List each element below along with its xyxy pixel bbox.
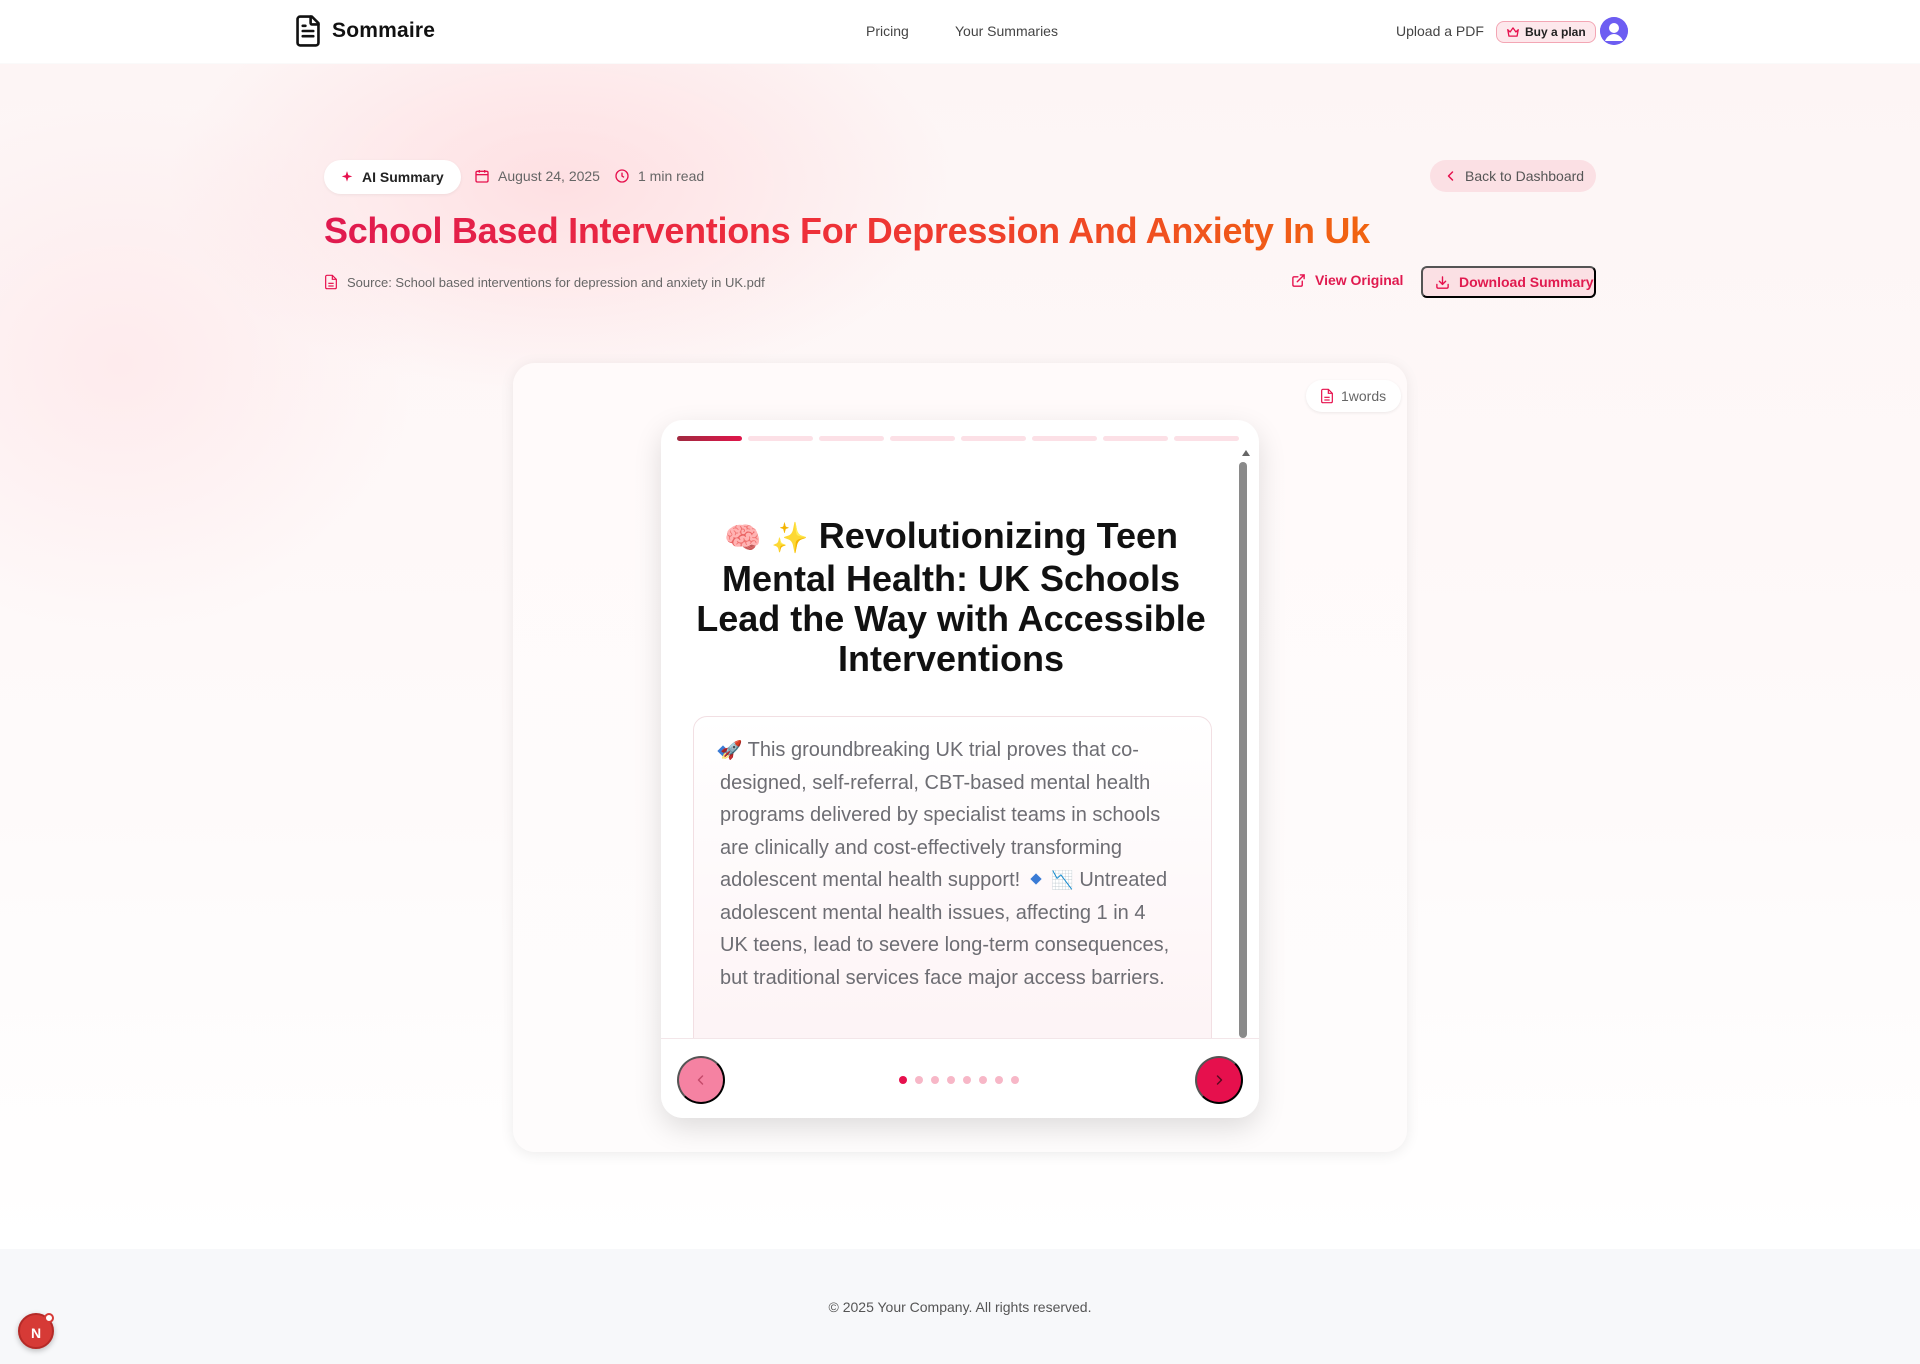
download-icon xyxy=(1436,275,1449,289)
chart-decreasing-emoji: 📉 xyxy=(1051,870,1074,890)
progress-segment[interactable] xyxy=(890,436,955,441)
file-icon xyxy=(325,274,337,290)
scrollbar-thumb[interactable] xyxy=(1239,462,1247,1038)
dev-badge-letter: N xyxy=(30,1325,42,1341)
summary-date: August 24, 2025 xyxy=(474,168,600,184)
section-dot[interactable] xyxy=(979,1076,987,1084)
file-icon xyxy=(1321,388,1333,404)
dev-tools-badge[interactable]: N xyxy=(18,1313,54,1349)
rocket-emoji: 🚀 xyxy=(720,740,743,760)
download-summary-button[interactable]: Download Summary xyxy=(1421,266,1596,298)
progress-segment[interactable] xyxy=(1174,436,1239,441)
section-dot[interactable] xyxy=(995,1076,1003,1084)
app-name: Sommaire xyxy=(332,19,436,42)
sparkles-emoji: ✨ xyxy=(771,522,809,555)
view-original-label: View Original xyxy=(1315,272,1404,288)
section-dot[interactable] xyxy=(931,1076,939,1084)
progress-segment[interactable] xyxy=(819,436,884,441)
section-dot[interactable] xyxy=(899,1076,907,1084)
nav-upload-pdf-link[interactable]: Upload a PDF xyxy=(1396,23,1484,39)
diamond-bullet-icon xyxy=(1030,873,1042,885)
back-to-dashboard-button[interactable]: Back to Dashboard xyxy=(1430,160,1596,192)
chevron-left-icon xyxy=(1447,171,1454,181)
page-footer: © 2025 Your Company. All rights reserved… xyxy=(0,1249,1920,1364)
brain-emoji: 🧠 xyxy=(723,522,762,555)
previous-section-button[interactable] xyxy=(677,1056,725,1104)
section-dots xyxy=(899,1076,1019,1084)
word-count-badge: 1words xyxy=(1306,380,1402,412)
read-time: 1 min read xyxy=(614,168,704,184)
ai-summary-label: AI Summary xyxy=(362,169,444,185)
clock-icon xyxy=(615,169,629,183)
source-text: Source: School based interventions for d… xyxy=(347,274,765,290)
progress-segment[interactable] xyxy=(1032,436,1097,441)
source-file: Source: School based interventions for d… xyxy=(324,274,765,290)
progress-segment[interactable] xyxy=(1103,436,1168,441)
summary-page: AI Summary August 24, 2025 1 min read Ba… xyxy=(0,0,1920,1364)
word-count-text: 1words xyxy=(1341,388,1387,404)
logo[interactable]: Sommaire xyxy=(292,14,435,48)
page-title: School Based Interventions For Depressio… xyxy=(324,210,1370,251)
bullet-points-text: 🚀 This groundbreaking UK trial proves th… xyxy=(720,734,1175,994)
nav-pricing-link[interactable]: Pricing xyxy=(866,23,909,39)
section-dot[interactable] xyxy=(1011,1076,1019,1084)
download-label: Download Summary xyxy=(1459,274,1594,290)
user-icon xyxy=(1600,17,1628,45)
next-section-button[interactable] xyxy=(1195,1056,1243,1104)
section-dot[interactable] xyxy=(947,1076,955,1084)
chevron-left-icon xyxy=(697,1075,704,1085)
slide-heading: 🧠 ✨ Revolutionizing Teen Mental Health: … xyxy=(691,516,1211,679)
progress-segment[interactable] xyxy=(748,436,813,441)
back-label: Back to Dashboard xyxy=(1465,168,1585,184)
external-link-icon xyxy=(1292,273,1305,287)
nav-your-summaries-link[interactable]: Your Summaries xyxy=(955,23,1058,39)
date-text: August 24, 2025 xyxy=(498,168,600,184)
top-navbar: Sommaire Pricing Your Summaries Upload a… xyxy=(0,0,1920,63)
ai-summary-badge: AI Summary xyxy=(324,160,461,194)
summary-slide-card: 🧠 ✨ Revolutionizing Teen Mental Health: … xyxy=(661,420,1259,1118)
copyright-text: © 2025 Your Company. All rights reserved… xyxy=(828,1299,1092,1315)
buy-plan-label: Buy a plan xyxy=(1525,25,1586,39)
calendar-icon xyxy=(475,170,489,183)
crown-icon xyxy=(1507,27,1519,37)
user-avatar[interactable] xyxy=(1600,17,1628,45)
buy-plan-button[interactable]: Buy a plan xyxy=(1496,21,1596,43)
section-dot[interactable] xyxy=(915,1076,923,1084)
sparkles-icon xyxy=(341,171,353,182)
progress-segment[interactable] xyxy=(677,436,742,441)
view-original-link[interactable]: View Original xyxy=(1291,272,1403,288)
scroll-up-arrow[interactable] xyxy=(1242,450,1250,456)
document-icon xyxy=(296,15,320,47)
notification-dot xyxy=(44,1313,54,1323)
progress-segment[interactable] xyxy=(961,436,1026,441)
section-progress-bar xyxy=(677,436,1239,441)
read-time-text: 1 min read xyxy=(638,168,705,184)
section-dot[interactable] xyxy=(963,1076,971,1084)
chevron-right-icon xyxy=(1216,1075,1223,1085)
